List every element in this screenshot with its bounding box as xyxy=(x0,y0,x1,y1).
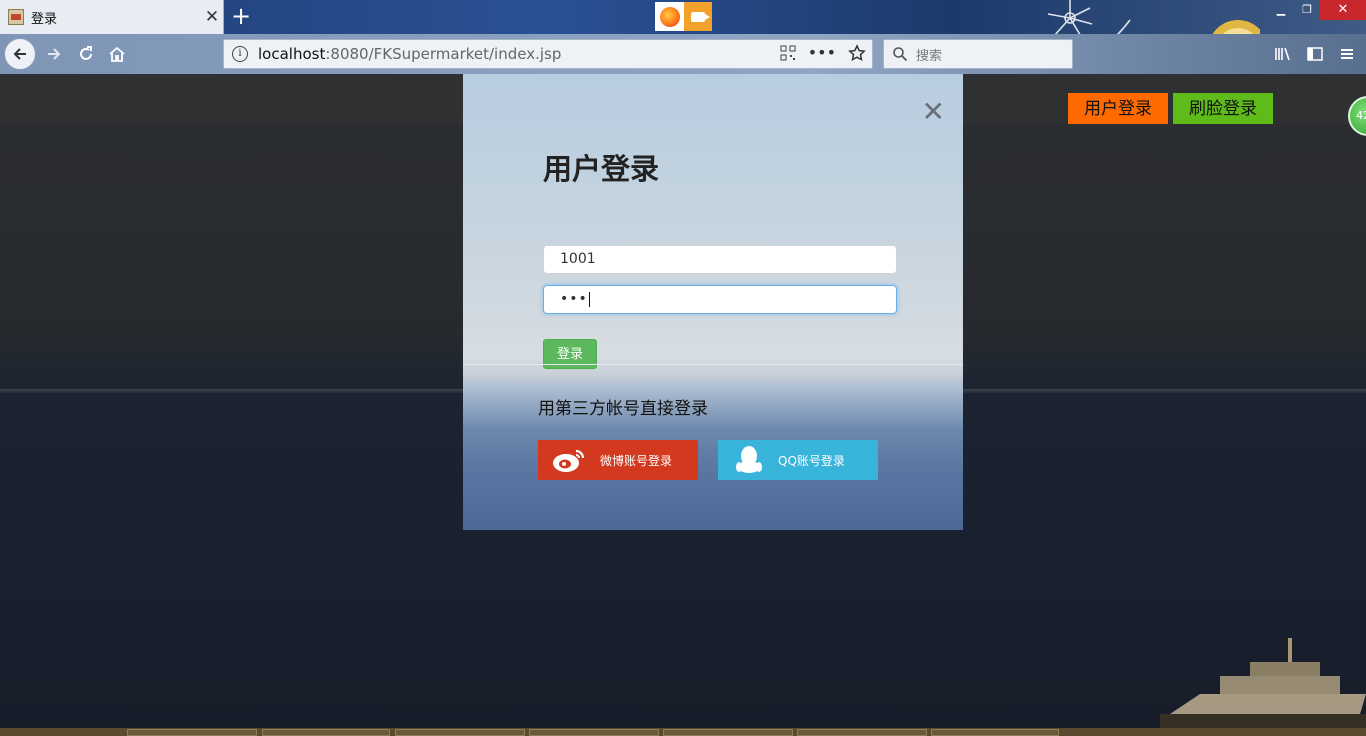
yacht-image xyxy=(1160,638,1366,728)
forward-button[interactable] xyxy=(38,38,70,70)
browser-tab-active[interactable]: 登录 ✕ xyxy=(0,0,224,34)
tab-title: 登录 xyxy=(31,11,58,27)
url-actions: ••• xyxy=(780,44,866,62)
tab-favicon-icon xyxy=(8,9,24,25)
site-info-icon[interactable]: i xyxy=(232,46,248,62)
url-host: localhost xyxy=(258,45,326,63)
text-caret xyxy=(588,291,590,307)
back-button[interactable] xyxy=(4,38,36,70)
search-bar[interactable]: 搜索 xyxy=(883,39,1073,69)
face-login-button[interactable]: 刷脸登录 xyxy=(1173,93,1273,124)
qq-login-button[interactable]: QQ账号登录 xyxy=(718,440,878,480)
library-icon[interactable] xyxy=(1274,45,1292,63)
page-actions-icon[interactable]: ••• xyxy=(808,45,836,61)
user-login-button[interactable]: 用户登录 xyxy=(1068,93,1168,124)
password-mask: ••• xyxy=(560,291,588,307)
menu-icon[interactable] xyxy=(1338,45,1356,63)
qq-penguin-icon xyxy=(736,446,762,473)
login-modal: ✕ 用户登录 1001 ••• 登录 用第三方帐号直接登录 微博账号登录 QQ账… xyxy=(463,74,963,530)
back-arrow-icon xyxy=(13,48,26,60)
minimize-icon[interactable]: ▁ xyxy=(1268,0,1294,20)
tab-close-icon[interactable]: ✕ xyxy=(201,7,223,27)
search-icon xyxy=(893,47,908,62)
address-bar[interactable]: i localhost:8080/FKSupermarket/index.jsp… xyxy=(223,39,873,69)
search-placeholder: 搜索 xyxy=(916,48,943,64)
close-icon[interactable]: ✕ xyxy=(922,98,945,126)
third-party-title: 用第三方帐号直接登录 xyxy=(538,399,708,419)
qr-code-icon[interactable] xyxy=(780,45,796,61)
taskbar-item[interactable] xyxy=(931,729,1059,736)
username-field[interactable]: 1001 xyxy=(543,245,897,274)
weibo-icon xyxy=(553,449,585,472)
camera-icon xyxy=(684,2,712,31)
taskbar-item[interactable] xyxy=(262,729,390,736)
sidebar-icon[interactable] xyxy=(1306,45,1324,63)
password-field[interactable]: ••• xyxy=(543,285,897,314)
reload-button[interactable] xyxy=(70,38,102,70)
page-background: 用户登录 刷脸登录 42 ✕ 用户登录 1001 ••• 登录 用第三方帐号直接… xyxy=(0,74,1366,728)
modal-divider xyxy=(463,364,963,365)
window-controls: ▁ ❐ ✕ xyxy=(1268,0,1366,22)
weibo-login-button[interactable]: 微博账号登录 xyxy=(538,440,698,480)
taskbar-item[interactable] xyxy=(797,729,927,736)
qq-login-label: QQ账号登录 xyxy=(778,453,845,468)
modal-title: 用户登录 xyxy=(543,152,660,186)
window-close-icon[interactable]: ✕ xyxy=(1320,0,1366,20)
os-taskbar xyxy=(0,728,1366,736)
weibo-login-label: 微博账号登录 xyxy=(600,453,673,468)
reload-icon xyxy=(80,46,92,60)
taskbar-item[interactable] xyxy=(529,729,659,736)
taskbar-item[interactable] xyxy=(395,729,525,736)
toolbar-right xyxy=(1274,34,1366,74)
taskbar-item[interactable] xyxy=(663,729,793,736)
browser-navbar: i localhost:8080/FKSupermarket/index.jsp… xyxy=(0,34,1366,74)
forward-arrow-icon xyxy=(48,48,61,60)
restore-icon[interactable]: ❐ xyxy=(1294,0,1320,20)
browser-titlebar: 登录 ✕ + ▁ ❐ ✕ xyxy=(0,0,1366,74)
url-path: :8080/FKSupermarket/index.jsp xyxy=(325,45,562,63)
sharing-indicator[interactable] xyxy=(655,2,712,31)
new-tab-button[interactable]: + xyxy=(228,4,254,30)
home-icon xyxy=(109,46,125,62)
home-button[interactable] xyxy=(101,38,133,70)
taskbar-item[interactable] xyxy=(127,729,257,736)
firefox-icon xyxy=(655,2,684,31)
bookmark-star-icon[interactable] xyxy=(848,44,866,62)
